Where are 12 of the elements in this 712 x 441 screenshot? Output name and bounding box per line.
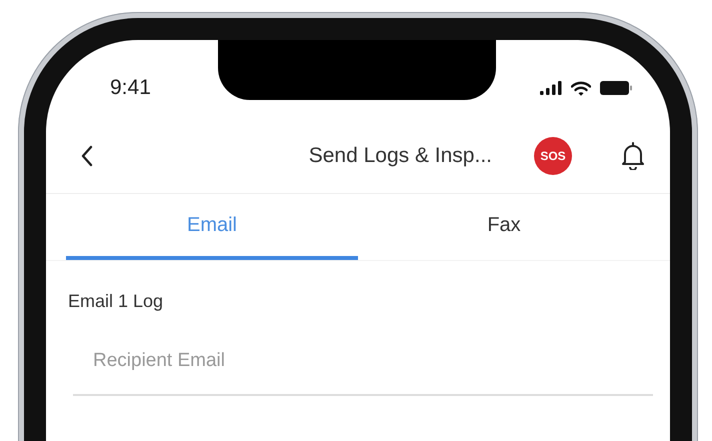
battery-icon bbox=[600, 81, 632, 95]
status-time: 9:41 bbox=[110, 76, 151, 100]
tab[interactable]: Fax bbox=[358, 194, 650, 260]
signal-icon bbox=[540, 81, 562, 95]
notification-bell-icon[interactable] bbox=[622, 142, 644, 170]
back-icon bbox=[80, 144, 94, 166]
section-label: Email 1 Log bbox=[68, 291, 164, 312]
wifi-icon bbox=[571, 80, 591, 96]
recipient-email-field[interactable]: Recipient Email bbox=[73, 350, 653, 396]
screen-title: Send Logs & Insp... bbox=[308, 144, 493, 168]
tab[interactable]: Email bbox=[66, 194, 358, 260]
sos-button[interactable]: SOS bbox=[534, 136, 572, 174]
